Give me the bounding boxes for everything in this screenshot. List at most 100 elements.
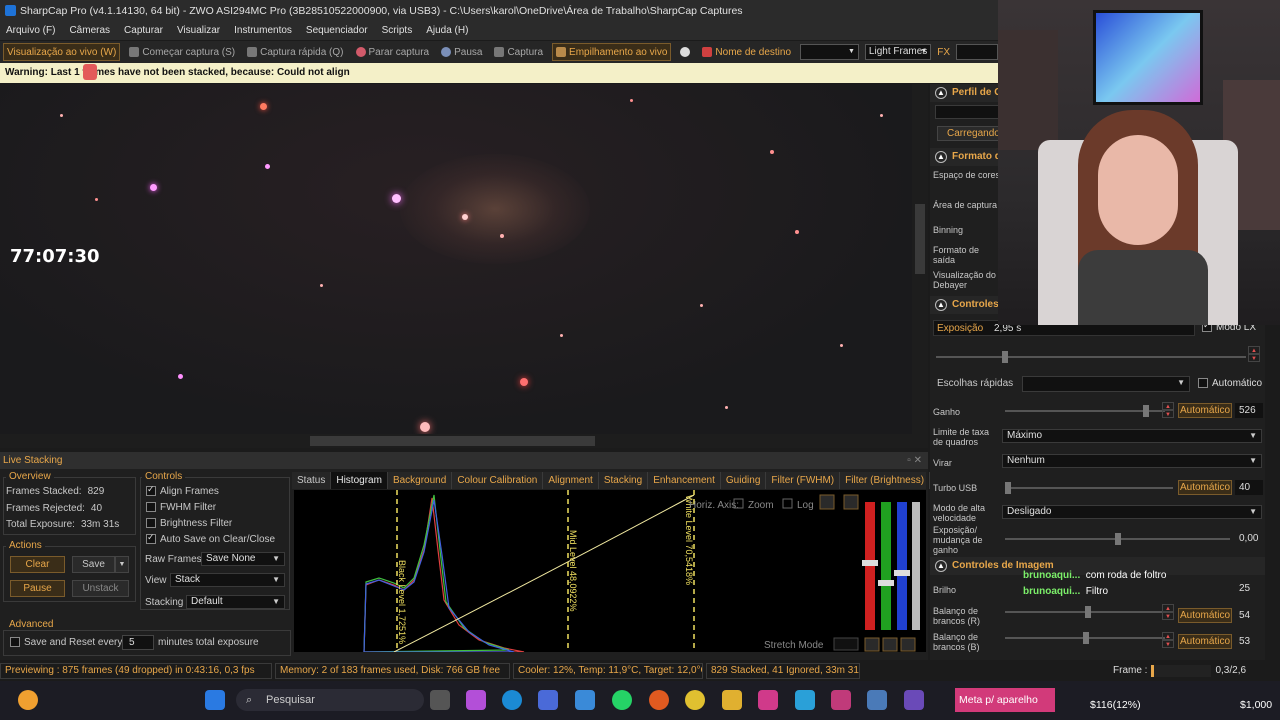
app-icon[interactable] xyxy=(575,690,595,710)
fx-select[interactable] xyxy=(956,44,998,60)
menu-help[interactable]: Ajuda (H) xyxy=(426,22,468,40)
lightning-icon[interactable] xyxy=(819,494,835,510)
menu-capture[interactable]: Capturar xyxy=(124,22,163,40)
taskbar-search[interactable]: ⌕ Pesquisar xyxy=(236,689,424,711)
weather-icon[interactable] xyxy=(18,690,38,710)
white-balance-blue-value[interactable]: 53 xyxy=(1235,634,1263,649)
stop-capture-button[interactable]: Parar captura xyxy=(353,43,433,61)
brightness-value[interactable]: 25 xyxy=(1235,581,1263,596)
exposure-gain-change-value[interactable]: 0,00 xyxy=(1235,531,1263,546)
clear-button[interactable]: Clear xyxy=(10,556,65,573)
start-capture-button[interactable]: Começar captura (S) xyxy=(126,43,238,61)
slider-knob[interactable] xyxy=(1083,632,1089,644)
save-dropdown-button[interactable]: ▼ xyxy=(115,556,129,573)
fwhm-filter-checkbox[interactable]: FWHM Filter xyxy=(146,502,216,513)
pause-button[interactable]: Pausa xyxy=(438,43,485,61)
tab-filter-brightness[interactable]: Filter (Brightness) xyxy=(840,472,931,489)
tab-enhancement[interactable]: Enhancement xyxy=(648,472,721,489)
white-balance-blue-slider[interactable] xyxy=(1005,632,1165,644)
align-frames-checkbox[interactable]: Align Frames xyxy=(146,484,219,497)
automatic-checkbox[interactable]: Automático xyxy=(1198,378,1262,389)
gain-slider[interactable] xyxy=(1005,405,1165,417)
brightness-filter-checkbox[interactable]: Brightness Filter xyxy=(146,518,232,529)
auto-save-checkbox[interactable]: Auto Save on Clear/Close xyxy=(146,532,275,545)
green-level-knob[interactable] xyxy=(878,580,894,586)
pause-stack-button[interactable]: Pause xyxy=(10,580,65,597)
tab-colour-calibration[interactable]: Colour Calibration xyxy=(452,472,544,489)
frame-type-select[interactable]: Light Frames ▼ xyxy=(864,44,932,60)
save-reset-input[interactable]: 5 xyxy=(122,635,154,650)
reset-icon[interactable] xyxy=(900,637,916,652)
slider-knob[interactable] xyxy=(1143,405,1149,417)
task-view-icon[interactable] xyxy=(430,690,450,710)
gain-auto-button[interactable]: Automático xyxy=(1178,403,1232,418)
stacking-select[interactable]: Default ▼ xyxy=(186,595,285,609)
white-balance-red-slider[interactable] xyxy=(1005,606,1165,618)
save-button[interactable]: Save xyxy=(72,556,115,573)
turbo-auto-button[interactable]: Automático xyxy=(1178,480,1232,495)
tab-alignment[interactable]: Alignment xyxy=(543,472,599,489)
turbo-usb-value[interactable]: 40 xyxy=(1235,480,1263,495)
slider-knob[interactable] xyxy=(1005,482,1011,494)
copilot-icon[interactable] xyxy=(466,690,486,710)
menu-view[interactable]: Visualizar xyxy=(177,22,220,40)
white-balance-blue-auto-button[interactable]: Automático xyxy=(1178,634,1232,649)
exposure-gain-change-slider[interactable] xyxy=(1005,533,1230,545)
loading-button[interactable]: Carregando xyxy=(937,126,1003,141)
lightning-icon[interactable] xyxy=(864,637,880,652)
quick-capture-button[interactable]: Captura rápida (Q) xyxy=(244,43,346,61)
viewport-vertical-scrollbar[interactable] xyxy=(912,84,928,434)
unstack-button[interactable]: Unstack xyxy=(72,580,129,597)
menu-file[interactable]: Arquivo (F) xyxy=(6,22,55,40)
slider-knob[interactable] xyxy=(1085,606,1091,618)
store-icon[interactable] xyxy=(538,690,558,710)
start-icon[interactable] xyxy=(205,690,225,710)
tab-stacking[interactable]: Stacking xyxy=(599,472,649,489)
turbo-usb-slider[interactable] xyxy=(1005,482,1173,494)
raw-frames-select[interactable]: Save None ▼ xyxy=(201,552,285,566)
reset-icon[interactable] xyxy=(843,494,859,510)
stretch-mode-select[interactable] xyxy=(833,637,859,651)
white-balance-red-auto-button[interactable]: Automático xyxy=(1178,608,1232,623)
profile-select[interactable] xyxy=(935,105,1001,119)
app-icon[interactable] xyxy=(795,690,815,710)
scroll-thumb[interactable] xyxy=(915,204,925,274)
app-icon[interactable] xyxy=(831,690,851,710)
slider-knob[interactable] xyxy=(1002,351,1008,363)
flip-select[interactable]: Nenhum ▼ xyxy=(1002,454,1262,468)
tab-filter-fwhm[interactable]: Filter (FWHM) xyxy=(766,472,841,489)
slider-knob[interactable] xyxy=(1115,533,1121,545)
gain-spinner[interactable]: ▲ ▼ xyxy=(1162,402,1174,418)
app-icon[interactable] xyxy=(758,690,778,710)
star-icon[interactable] xyxy=(882,637,898,652)
luminance-level-bar[interactable] xyxy=(912,502,920,630)
blue-level-bar[interactable] xyxy=(897,502,907,630)
white-balance-red-value[interactable]: 54 xyxy=(1235,608,1263,623)
white-balance-red-spinner[interactable]: ▲ ▼ xyxy=(1162,604,1174,620)
sharpcap-taskbar-icon[interactable] xyxy=(867,690,887,710)
tab-status[interactable]: Status xyxy=(292,472,332,489)
target-name-select[interactable]: ▼ xyxy=(800,44,859,60)
tab-histogram[interactable]: Histogram xyxy=(331,472,388,489)
frame-rate-limit-select[interactable]: Máximo ▼ xyxy=(1002,429,1262,443)
save-reset-checkbox[interactable]: Save and Reset every xyxy=(10,637,122,648)
menu-tools[interactable]: Instrumentos xyxy=(234,22,292,40)
live-view-button[interactable]: Visualização ao vivo (W) xyxy=(3,43,121,61)
capture-button[interactable]: Captura xyxy=(491,43,546,61)
menu-sequencer[interactable]: Sequenciador xyxy=(306,22,368,40)
viewport-horizontal-scrollbar[interactable] xyxy=(0,434,928,448)
scroll-thumb[interactable] xyxy=(310,436,595,446)
green-level-bar[interactable] xyxy=(881,502,891,630)
live-stack-button[interactable]: Empilhamento ao vivo xyxy=(552,43,672,61)
tab-guiding[interactable]: Guiding xyxy=(721,472,767,489)
menu-cameras[interactable]: Câmeras xyxy=(69,22,110,40)
record-dot-button[interactable] xyxy=(677,43,693,61)
chrome-icon[interactable] xyxy=(685,690,705,710)
tab-background[interactable]: Background xyxy=(388,472,453,489)
exposure-spinner[interactable]: ▲ ▼ xyxy=(1248,346,1260,362)
blue-level-knob[interactable] xyxy=(894,570,910,576)
office-icon[interactable] xyxy=(649,690,669,710)
edge-icon[interactable] xyxy=(502,690,522,710)
high-speed-select[interactable]: Desligado ▼ xyxy=(1002,505,1262,519)
app-icon[interactable] xyxy=(904,690,924,710)
